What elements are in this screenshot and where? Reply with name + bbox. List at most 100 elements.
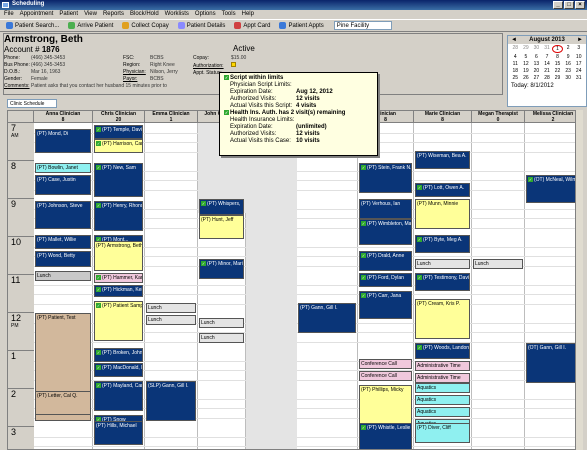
appointment-block[interactable]: ✓ (OT) McNeal, Wilma (526, 175, 580, 203)
appointment-block[interactable]: (PT) Gann, Gill I. (298, 303, 356, 333)
calendar-day[interactable]: 31 (542, 45, 553, 53)
menu-options[interactable]: Options (195, 11, 216, 18)
calendar-day[interactable]: 15 (552, 61, 563, 67)
calendar-day[interactable]: 18 (510, 68, 521, 74)
calendar-day[interactable]: 16 (563, 61, 574, 67)
appointment-block[interactable]: Lunch (146, 303, 196, 313)
patient-search-button[interactable]: Patient Search... (3, 21, 62, 30)
appointment-block[interactable]: ✓ (PT) Byte, Meg A. (415, 235, 470, 253)
calendar-day[interactable]: 22 (552, 68, 563, 74)
appointment-block[interactable]: ✓(PT) Hammer, Karen (94, 273, 143, 283)
appointment-block[interactable]: ✓(PT) MacDonald, David (94, 363, 143, 377)
appointment-block[interactable]: (PT) Munn, Minnie (415, 199, 470, 229)
menu-tools[interactable]: Tools (222, 11, 236, 18)
column-header[interactable]: Marie Clinician 8 (414, 111, 472, 123)
calendar-day[interactable]: 28 (510, 45, 521, 53)
menu-view[interactable]: View (84, 11, 97, 18)
calendar-day[interactable]: 24 (573, 68, 584, 74)
calendar-day[interactable]: 1 (552, 45, 563, 53)
calendar-day[interactable]: 26 (521, 75, 532, 81)
schedule-grid[interactable]: Anna Clinician 8 Chris Clinician 20 Emma Cli… (7, 110, 581, 450)
appointment-block[interactable]: (PT) Bowlin, Janet (35, 163, 91, 173)
payor-label[interactable]: Payor: (123, 76, 150, 83)
appointment-block[interactable]: Aquatics (415, 407, 470, 417)
appointment-block[interactable]: ✓ (PT) Harrison, Carla (94, 139, 143, 153)
calendar-day[interactable]: 3 (573, 45, 584, 53)
clinician-column[interactable] (525, 123, 580, 449)
calendar-day[interactable]: 25 (510, 75, 521, 81)
arrive-patient-button[interactable]: Arrive Patient (65, 21, 116, 30)
physician-label[interactable]: Physician: (123, 69, 150, 76)
appt-card-button[interactable]: Appt Card (231, 21, 273, 30)
appointment-block[interactable]: ✓(PT) Patient Sample, Lymphedema (94, 301, 143, 341)
calendar-today[interactable]: Today: 8/1/2012 (508, 82, 586, 90)
calendar-day[interactable]: 10 (573, 54, 584, 60)
calendar-day[interactable]: 5 (521, 54, 532, 60)
calendar-day[interactable]: 9 (563, 54, 574, 60)
appointment-block[interactable]: ✓(PT) Minor, Marion (199, 259, 244, 279)
minimize-button[interactable]: _ (553, 1, 563, 9)
vertical-scrollbar[interactable] (575, 110, 583, 450)
appointment-block[interactable]: (PT) Verhous, Ian (359, 199, 412, 219)
appointment-block[interactable]: ✓ (PT) Whistle, Leslie (359, 423, 412, 449)
appointment-block[interactable]: (PT) Wiseman, Bea A. (415, 151, 470, 169)
close-button[interactable]: × (575, 1, 585, 9)
appointment-block[interactable]: (SLP) Gann, Gill I. (146, 381, 196, 421)
appointment-block[interactable]: Conference Call (359, 371, 412, 381)
calendar-day[interactable]: 17 (573, 61, 584, 67)
calendar-day[interactable]: 12 (521, 61, 532, 67)
patient-appts-button[interactable]: Patient Appts (276, 21, 326, 30)
column-header[interactable]: Chris Clinician 20 (93, 111, 145, 123)
calendar-day[interactable]: 7 (542, 54, 553, 60)
appointment-block[interactable]: (PT) Mond, Di (35, 129, 91, 153)
column-header[interactable]: Anna Clinician 8 (34, 111, 93, 123)
calendar-day[interactable]: 30 (531, 45, 542, 53)
column-header[interactable]: Melissa Clinician 2 (525, 111, 580, 123)
mini-calendar[interactable]: ◄ August 2013 ► 28 29 30 31 1 2 3 4 5 6 7 8 9 10 11 12 1… (507, 35, 587, 107)
appointment-block[interactable]: (PT) Mallet, Willie (35, 235, 91, 249)
calendar-day[interactable]: 31 (573, 75, 584, 81)
appointment-block[interactable]: ✓ (PT) Temple, David (94, 125, 143, 139)
appointment-block[interactable]: ✓ (PT) Wimbleton, Mark (359, 219, 412, 245)
calendar-day[interactable]: 4 (510, 54, 521, 60)
collect-copay-button[interactable]: Collect Copay (119, 21, 171, 30)
maximize-button[interactable]: □ (564, 1, 574, 9)
calendar-day[interactable]: 20 (531, 68, 542, 74)
appointment-block[interactable]: ✓ (PT) New, Sam (94, 163, 143, 197)
calendar-day[interactable]: 29 (521, 45, 532, 53)
appointment-block[interactable]: Lunch (415, 259, 470, 269)
appointment-block[interactable]: Aquatics (415, 395, 470, 405)
appointment-block[interactable]: (PT) Diver, Cliff (415, 423, 470, 443)
appointment-block[interactable]: (PT) Armstrong, Beth (94, 241, 143, 271)
appointment-block[interactable]: Lunch (35, 271, 91, 281)
appointment-block[interactable]: (PT) Hunt, Jeff (199, 215, 244, 239)
appointment-block[interactable]: Lunch (473, 259, 523, 269)
calendar-day[interactable]: 28 (542, 75, 553, 81)
authorization-label[interactable]: Authorization: (193, 63, 231, 70)
appointment-block[interactable]: ✓ (PT) Woods, Landon (415, 343, 470, 359)
menu-appointment[interactable]: Appointment (20, 11, 54, 18)
prev-month-icon[interactable]: ◄ (511, 37, 517, 43)
calendar-day[interactable]: 23 (563, 68, 574, 74)
appointment-block[interactable]: (PT) Phillips, Micky (359, 385, 412, 425)
appointment-block[interactable]: (PT) Wond, Betty (35, 251, 91, 267)
appointment-block[interactable]: ✓ (PT) Ford, Dylan (359, 273, 412, 287)
calendar-day[interactable]: 21 (542, 68, 553, 74)
appointment-block[interactable]: Lunch (199, 318, 244, 328)
appointment-block[interactable]: Administrative Time (415, 373, 470, 383)
calendar-day[interactable]: 30 (563, 75, 574, 81)
menu-block-hold[interactable]: Block/Hold (130, 11, 159, 18)
menu-reports[interactable]: Reports (103, 11, 124, 18)
schedule-select[interactable]: Clinic Schedule (7, 99, 57, 108)
appointment-block[interactable]: (PT) Case, Justin (35, 175, 91, 195)
appointment-block[interactable]: ✓ (PT) Broken, John (94, 348, 143, 362)
column-header[interactable]: Emma Clinician 1 (145, 111, 198, 123)
appointment-block[interactable]: ✓ (PT) Whispers, (199, 199, 244, 215)
calendar-day[interactable]: 11 (510, 61, 521, 67)
appointment-block[interactable]: Lunch (146, 315, 196, 325)
calendar-day[interactable]: 29 (552, 75, 563, 81)
appointment-block[interactable]: ✓ (PT) Henry, Rhonda (94, 201, 143, 231)
calendar-day[interactable]: 8 (552, 54, 563, 60)
appointment-block[interactable]: Aquatics (415, 383, 470, 393)
clinician-column[interactable] (297, 123, 358, 449)
